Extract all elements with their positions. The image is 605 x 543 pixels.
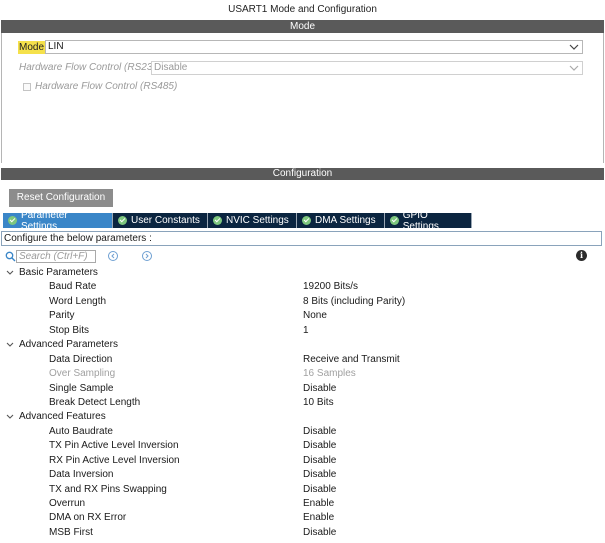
check-circle-icon: [213, 216, 222, 225]
reset-configuration-button[interactable]: Reset Configuration: [9, 189, 113, 207]
param-row[interactable]: MSB First Disable: [0, 526, 605, 540]
chevron-down-icon: [6, 342, 14, 347]
param-row[interactable]: DMA on RX Error Enable: [0, 511, 605, 525]
chevron-down-icon: [569, 44, 579, 50]
next-match-button[interactable]: [142, 251, 152, 261]
config-tabs: Parameter Settings User Constants NVIC S…: [3, 210, 472, 232]
tab-dma-settings[interactable]: DMA Settings: [297, 213, 385, 228]
param-value: Disable: [303, 382, 337, 394]
check-circle-icon: [8, 216, 17, 225]
tab-user-constants[interactable]: User Constants: [113, 213, 208, 228]
param-value: Disable: [303, 425, 337, 437]
chevron-down-icon: [569, 65, 579, 71]
hw-flow-rs232-value: Disable: [154, 62, 188, 73]
param-value: 16 Samples: [303, 368, 356, 380]
hw-flow-rs485-checkbox[interactable]: [23, 83, 31, 91]
previous-match-button[interactable]: [108, 251, 118, 261]
param-name: Over Sampling: [49, 368, 116, 380]
param-name: Parity: [49, 310, 75, 322]
group-label: Basic Parameters: [19, 267, 98, 278]
mode-select[interactable]: LIN: [45, 40, 583, 54]
param-row[interactable]: Auto Baudrate Disable: [0, 425, 605, 439]
configuration-section-header: Configuration: [1, 168, 604, 180]
param-row[interactable]: TX and RX Pins Swapping Disable: [0, 483, 605, 497]
group-label: Advanced Parameters: [19, 339, 118, 351]
param-value: 8 Bits (including Parity): [303, 295, 406, 307]
param-value: Enable: [303, 498, 335, 509]
param-row[interactable]: Baud Rate 19200 Bits/s: [0, 280, 605, 294]
param-value: Disable: [303, 454, 337, 466]
param-name: Overrun: [49, 498, 86, 509]
window-title: USART1 Mode and Configuration: [228, 4, 377, 15]
check-circle-icon: [302, 216, 311, 225]
tab-parameter-settings[interactable]: Parameter Settings: [3, 210, 113, 232]
param-name: DMA on RX Error: [49, 512, 127, 524]
mode-select-value: LIN: [48, 41, 64, 52]
param-name: Single Sample: [49, 382, 114, 394]
param-value: Receive and Transmit: [303, 353, 400, 365]
group-label: Advanced Features: [19, 411, 106, 423]
param-name: Auto Baudrate: [49, 425, 113, 437]
param-value: Disable: [303, 469, 337, 481]
search-icon: [5, 251, 16, 262]
tab-nvic-settings[interactable]: NVIC Settings: [208, 213, 297, 228]
param-name: Baud Rate: [49, 281, 97, 293]
hw-flow-rs232-label: Hardware Flow Control (RS232): [19, 62, 162, 73]
tab-gpio-settings[interactable]: GPIO Settings: [385, 210, 472, 232]
chevron-left-icon: [111, 253, 115, 259]
param-value: Disable: [303, 483, 337, 495]
param-name: Data Inversion: [49, 469, 114, 481]
param-row[interactable]: Data Inversion Disable: [0, 468, 605, 482]
param-row[interactable]: Stop Bits 1: [0, 324, 605, 338]
chevron-down-icon: [6, 414, 14, 420]
param-name: Word Length: [49, 295, 107, 307]
param-row[interactable]: RX Pin Active Level Inversion Disable: [0, 454, 605, 468]
param-name: Break Detect Length: [49, 396, 141, 408]
hw-flow-rs232-select[interactable]: Disable: [151, 61, 583, 75]
param-row[interactable]: Data Direction Receive and Transmit: [0, 353, 605, 367]
param-name: Data Direction: [49, 353, 113, 365]
param-name: TX and RX Pins Swapping: [49, 483, 167, 495]
group-advanced-features[interactable]: Advanced Features: [0, 410, 605, 424]
mode-label: Mode: [18, 41, 46, 54]
param-row[interactable]: Overrun Enable: [0, 497, 605, 511]
param-row[interactable]: Parity None: [0, 309, 605, 323]
param-row[interactable]: Word Length 8 Bits (including Parity): [0, 295, 605, 309]
param-name: MSB First: [49, 526, 93, 538]
param-value: Disable: [303, 440, 337, 452]
chevron-right-icon: [145, 253, 149, 259]
parameter-tree: Basic Parameters Baud Rate 19200 Bits/s W…: [0, 266, 605, 540]
param-name: TX Pin Active Level Inversion: [49, 440, 179, 452]
param-value: None: [303, 310, 327, 322]
param-row: Over Sampling 16 Samples: [0, 367, 605, 381]
param-value: Disable: [303, 526, 337, 538]
tab-label: NVIC Settings: [226, 215, 289, 226]
param-name: RX Pin Active Level Inversion: [49, 454, 180, 466]
mode-section-header: Mode: [1, 20, 604, 33]
hw-flow-rs485-label: Hardware Flow Control (RS485): [35, 81, 178, 92]
param-row[interactable]: Single Sample Disable: [0, 382, 605, 396]
param-value: 1: [303, 324, 309, 336]
group-advanced-parameters[interactable]: Advanced Parameters: [0, 338, 605, 352]
param-value: Enable: [303, 512, 335, 524]
chevron-down-icon: [6, 270, 14, 275]
search-input[interactable]: Search (Ctrl+F): [16, 250, 96, 263]
param-value: 10 Bits: [303, 396, 334, 408]
group-basic-parameters[interactable]: Basic Parameters: [0, 266, 605, 280]
tab-label: DMA Settings: [315, 215, 376, 226]
check-circle-icon: [390, 216, 399, 225]
tab-label: User Constants: [131, 215, 200, 226]
check-circle-icon: [118, 216, 127, 225]
param-name: Stop Bits: [49, 324, 90, 336]
param-row[interactable]: Break Detect Length 10 Bits: [0, 396, 605, 410]
info-icon[interactable]: i: [576, 250, 587, 261]
tab-label: Parameter Settings: [20, 209, 68, 232]
tab-label: GPIO Settings: [402, 209, 439, 232]
param-value: 19200 Bits/s: [303, 281, 359, 293]
config-description: Configure the below parameters :: [1, 231, 602, 246]
param-row[interactable]: TX Pin Active Level Inversion Disable: [0, 439, 605, 453]
